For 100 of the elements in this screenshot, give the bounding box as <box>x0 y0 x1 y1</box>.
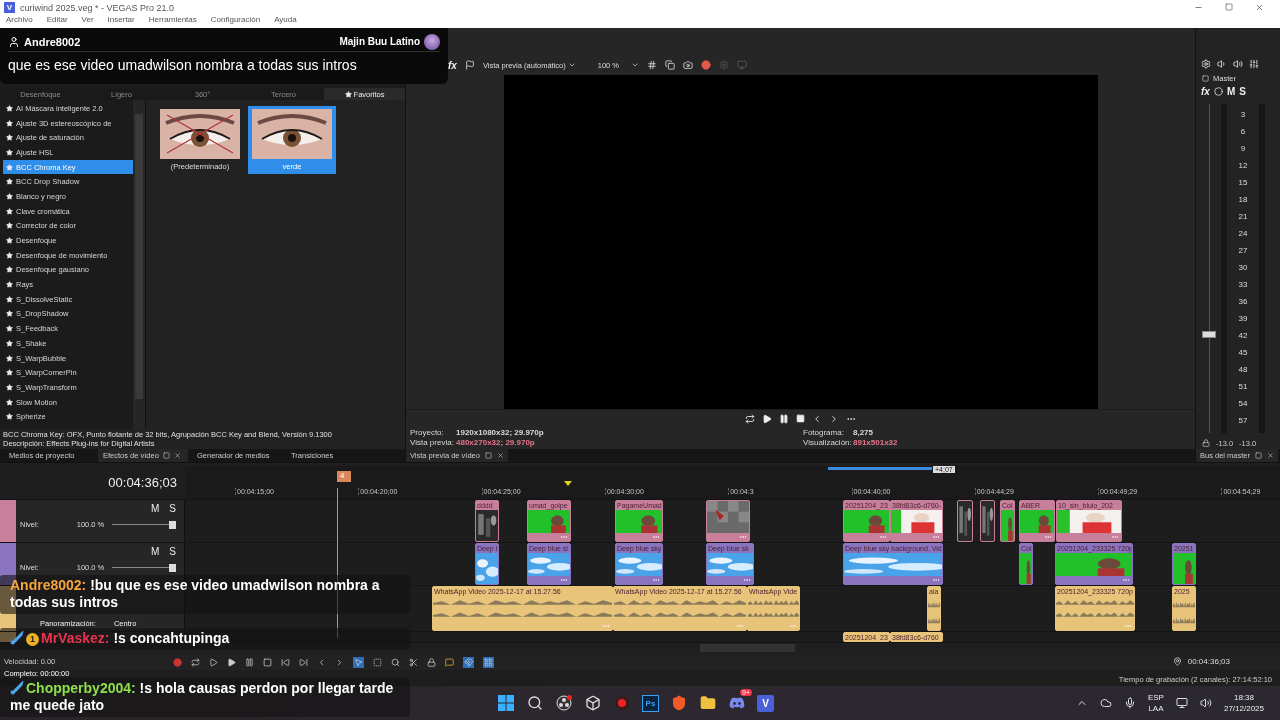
close-icon[interactable] <box>1255 3 1264 12</box>
master-fader[interactable] <box>1202 104 1216 433</box>
scale-label: 18 <box>1238 195 1248 204</box>
video-clip[interactable] <box>980 500 995 542</box>
scale-label: 24 <box>1238 229 1248 238</box>
recorder-icon[interactable] <box>555 694 573 712</box>
lock-icon[interactable] <box>427 658 437 667</box>
video-fx-button[interactable]: fx <box>448 59 457 71</box>
snapshot-icon[interactable] <box>683 60 693 70</box>
chat-message: que es ese video umadwilson nombra a todas sus intros <box>8 56 358 73</box>
language-indicator[interactable]: ESP LAA <box>1147 693 1164 713</box>
skip-forward-icon[interactable] <box>299 658 309 667</box>
star-icon <box>6 325 13 333</box>
star-icon <box>6 207 13 215</box>
grid-icon[interactable] <box>647 60 657 70</box>
close-icon[interactable] <box>496 452 504 459</box>
auto-ripple-toggle[interactable] <box>483 657 495 668</box>
info-value: 480x270x32; 29.970p <box>456 438 535 448</box>
cursor-time: 00:04:36;03 <box>1187 657 1230 666</box>
timecode: 00:04:36;03 <box>108 475 177 490</box>
scrollbar[interactable] <box>700 644 795 652</box>
menu-item[interactable]: Configuración <box>210 15 261 24</box>
record-icon[interactable] <box>613 694 631 712</box>
solo-button[interactable]: S <box>1239 85 1246 97</box>
start-icon[interactable] <box>497 694 515 712</box>
solo-button[interactable]: S <box>169 503 176 514</box>
menu-item[interactable]: Insertar <box>107 15 135 24</box>
clock[interactable]: 18:38 27/12/2025 <box>1223 693 1264 713</box>
skip-back-icon[interactable] <box>281 658 291 667</box>
network-icon[interactable] <box>1175 697 1188 709</box>
ring-icon[interactable] <box>1213 86 1223 96</box>
copy-icon[interactable] <box>665 60 675 70</box>
cloud-icon[interactable] <box>1099 697 1112 709</box>
info-value: 891x501x32 <box>853 438 898 448</box>
video-clip[interactable] <box>706 500 750 542</box>
speaker-icon[interactable] <box>1233 59 1243 69</box>
cursor-icon <box>1172 657 1182 666</box>
star-icon <box>6 119 13 127</box>
loop-icon[interactable] <box>745 413 755 424</box>
mute-button[interactable]: M <box>1226 85 1236 97</box>
video-clip[interactable] <box>957 500 973 542</box>
pause-icon[interactable] <box>779 413 789 424</box>
split-icon[interactable] <box>409 658 419 667</box>
zoom-icon[interactable] <box>391 658 401 667</box>
scale-label: 48 <box>1238 365 1248 374</box>
star-icon <box>6 266 13 274</box>
star-icon <box>6 134 13 142</box>
mute-button[interactable]: M <box>151 503 160 514</box>
close-icon[interactable] <box>1267 452 1275 459</box>
next-frame-icon[interactable] <box>829 413 839 424</box>
scale-label: 33 <box>1238 280 1248 289</box>
search-icon[interactable] <box>526 694 544 712</box>
loop-icon[interactable] <box>191 658 201 667</box>
lock-icon[interactable] <box>1202 439 1210 447</box>
selection-icon[interactable] <box>373 658 383 667</box>
triangle-icon <box>564 481 572 486</box>
speaker-icon[interactable] <box>1217 59 1227 69</box>
marker-icon[interactable] <box>445 658 455 667</box>
cube-icon[interactable] <box>584 694 602 712</box>
fx-button[interactable]: fx <box>1201 85 1210 97</box>
discord-icon[interactable] <box>728 694 746 712</box>
pointer-tool[interactable] <box>353 657 365 668</box>
record-icon[interactable] <box>173 658 183 667</box>
level-slider[interactable] <box>112 520 176 529</box>
menu-item[interactable]: Editar <box>46 15 68 24</box>
scale-label: 12 <box>1238 161 1248 170</box>
record-dot-icon[interactable] <box>701 60 711 70</box>
solo-button[interactable]: S <box>169 546 176 557</box>
menu-item[interactable]: Herramientas <box>148 15 197 24</box>
photoshop-icon[interactable]: Ps <box>642 694 659 712</box>
window-title: curiwind 2025.veg * - VEGAS Pro 21.0 <box>20 2 175 13</box>
star-icon <box>6 354 13 362</box>
scale-label: 30 <box>1238 263 1248 272</box>
volume-icon[interactable] <box>1199 697 1212 709</box>
caret-icon <box>631 61 639 69</box>
mute-button[interactable]: M <box>151 546 160 557</box>
snap-toggle[interactable] <box>463 657 475 668</box>
menu-item[interactable]: Ver <box>81 15 94 24</box>
level-slider[interactable] <box>112 563 176 572</box>
previous-frame-icon[interactable] <box>812 413 822 424</box>
folder-icon[interactable] <box>699 694 717 712</box>
star-icon <box>6 398 13 406</box>
scale-label: 42 <box>1238 331 1248 340</box>
chat-message: MrVaskez: !s concahtupinga <box>41 630 230 646</box>
scrollbar[interactable] <box>133 100 145 429</box>
microphone-icon[interactable] <box>1123 697 1136 709</box>
vegas-icon[interactable]: V <box>757 694 774 712</box>
lion-shield-icon[interactable] <box>670 694 688 712</box>
chat-message: Chopperby2004: !s hola causas perdon por llegar tarde me quede jato <box>10 680 394 713</box>
checkbox-icon[interactable] <box>1202 74 1209 82</box>
info-label: Fotograma: <box>803 428 844 438</box>
star-icon <box>344 90 352 98</box>
scale-label: 51 <box>1238 382 1248 391</box>
menu-item[interactable]: Archivo <box>6 15 33 24</box>
flag-icon[interactable] <box>464 60 475 70</box>
menu-item[interactable]: Ayuda <box>274 15 297 24</box>
close-icon[interactable] <box>173 452 181 459</box>
scale-label: 15 <box>1238 178 1248 187</box>
star-icon <box>6 310 13 318</box>
mixer-icon[interactable] <box>1249 59 1259 69</box>
